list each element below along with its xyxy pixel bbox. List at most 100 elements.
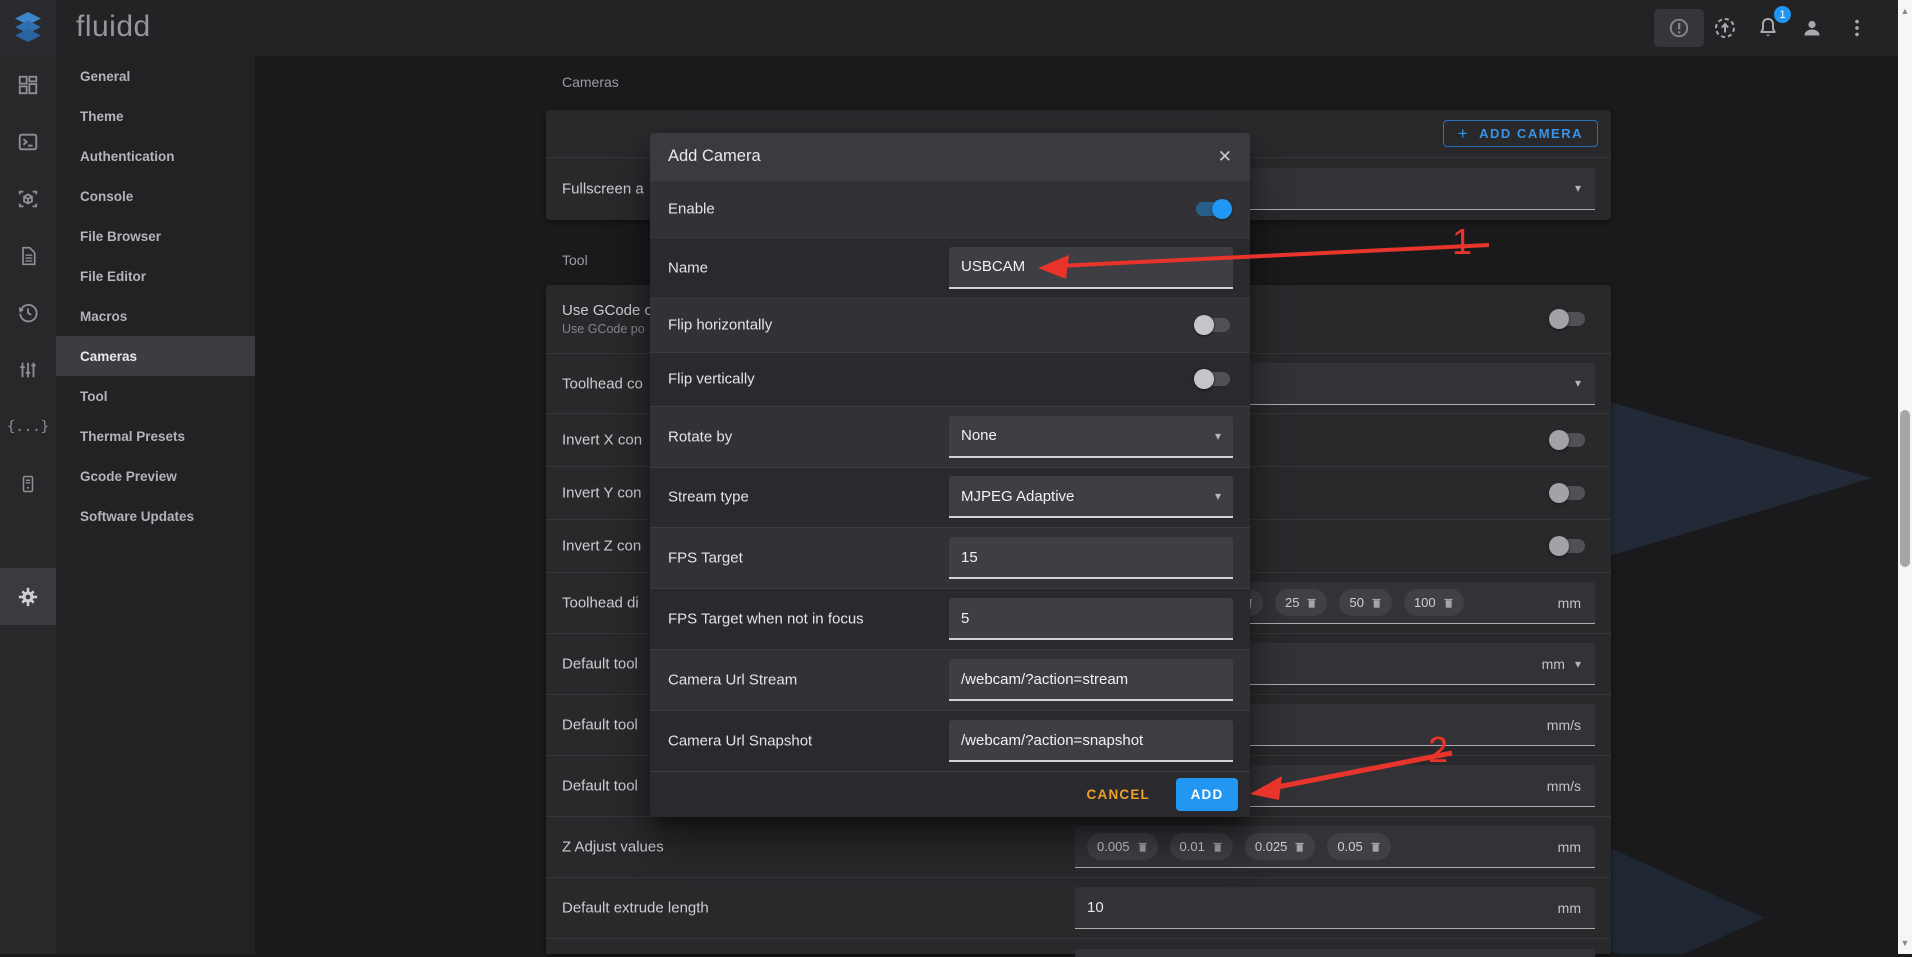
sidebar-item-tool[interactable]: Tool — [56, 376, 255, 416]
sidebar-item-general[interactable]: General — [56, 56, 255, 96]
scrollbar-down-arrow[interactable]: ▼ — [1898, 936, 1912, 950]
sidebar-item-file-browser[interactable]: File Browser — [56, 216, 255, 256]
setting-label: Use GCode c — [562, 302, 652, 319]
value-chip[interactable]: 0.025 — [1245, 833, 1316, 860]
top-app-bar: fluidd 1 — [0, 0, 1912, 56]
extrude-length-input[interactable]: 10 mm — [1075, 887, 1595, 929]
setting-label: Default tool — [562, 656, 638, 673]
dialog-label: Camera Url Snapshot — [668, 733, 812, 750]
add-camera-button-label: ADD CAMERA — [1479, 126, 1583, 141]
camera-url-snapshot-input[interactable]: /webcam/?action=snapshot — [949, 720, 1233, 762]
rail-tune-icon[interactable] — [0, 341, 56, 398]
dialog-label: Stream type — [668, 489, 749, 506]
setting-row-partial — [546, 938, 1611, 954]
chip-value: 100 — [1414, 595, 1436, 610]
trash-icon[interactable] — [1137, 841, 1148, 853]
fluidd-logo[interactable] — [0, 0, 56, 56]
sidebar-item-authentication[interactable]: Authentication — [56, 136, 255, 176]
trash-icon[interactable] — [1212, 841, 1223, 853]
cancel-button[interactable]: CANCEL — [1079, 781, 1158, 808]
chip-value: 50 — [1349, 595, 1363, 610]
flip-horizontal-toggle[interactable] — [1196, 318, 1230, 332]
value-chip[interactable]: 25 — [1275, 589, 1327, 616]
app-title: fluidd — [76, 10, 151, 44]
invert-y-toggle[interactable] — [1551, 486, 1585, 500]
rail-macros-icon[interactable]: {...} — [0, 398, 56, 455]
sidebar-item-cameras[interactable]: Cameras — [56, 336, 255, 376]
chevron-down-icon: ▾ — [1215, 489, 1221, 503]
dialog-row-stream-type: Stream type MJPEG Adaptive ▾ — [650, 467, 1250, 528]
scrollbar-thumb[interactable] — [1900, 410, 1910, 567]
rail-console-icon[interactable] — [0, 113, 56, 170]
fps-unfocused-input[interactable]: 5 — [949, 598, 1233, 640]
dialog-row-rotate: Rotate by None ▾ — [650, 406, 1250, 467]
stream-type-select[interactable]: MJPEG Adaptive ▾ — [949, 476, 1233, 518]
sidebar-item-console[interactable]: Console — [56, 176, 255, 216]
fps-target-input[interactable]: 15 — [949, 537, 1233, 579]
rail-jobs-icon[interactable] — [0, 227, 56, 284]
rotate-by-select[interactable]: None ▾ — [949, 416, 1233, 458]
z-adjust-field[interactable]: 0.005 0.01 0.025 0.05 mm — [1075, 826, 1595, 868]
enable-toggle[interactable] — [1196, 202, 1230, 216]
invert-x-toggle[interactable] — [1551, 433, 1585, 447]
dialog-label: FPS Target when not in focus — [668, 611, 864, 628]
trash-icon[interactable] — [1371, 597, 1382, 609]
account-icon — [1800, 16, 1824, 40]
rail-printer-icon[interactable] — [0, 455, 56, 512]
rail-settings-icon[interactable] — [0, 568, 56, 625]
input-value: 5 — [961, 610, 969, 627]
setting-label: Default extrude length — [562, 900, 709, 917]
unit-suffix: mm — [1558, 839, 1581, 855]
select-value: MJPEG Adaptive — [961, 488, 1074, 505]
rail-history-icon[interactable] — [0, 284, 56, 341]
value-chip[interactable]: 0.05 — [1327, 833, 1390, 860]
camera-url-stream-input[interactable]: /webcam/?action=stream — [949, 659, 1233, 701]
dialog-label: Name — [668, 259, 708, 276]
chip-value: 25 — [1285, 595, 1299, 610]
unit-suffix: mm/s — [1547, 717, 1581, 733]
trash-icon[interactable] — [1443, 597, 1454, 609]
unit-suffix: mm/s — [1547, 778, 1581, 794]
sidebar-item-software-updates[interactable]: Software Updates — [56, 496, 255, 536]
rail-gcode-preview-icon[interactable] — [0, 170, 56, 227]
dialog-row-enable: Enable — [650, 181, 1250, 237]
overflow-menu-button[interactable] — [1845, 16, 1869, 40]
value-chip[interactable]: 100 — [1404, 589, 1464, 616]
input-value: /webcam/?action=snapshot — [961, 732, 1143, 749]
setting-label: Default tool — [562, 778, 638, 795]
flip-vertical-toggle[interactable] — [1196, 372, 1230, 386]
add-camera-button[interactable]: + ADD CAMERA — [1443, 120, 1598, 147]
add-button[interactable]: ADD — [1176, 778, 1238, 811]
dialog-label: Rotate by — [668, 428, 732, 445]
close-icon[interactable]: ✕ — [1218, 147, 1232, 167]
sidebar-item-gcode-preview[interactable]: Gcode Preview — [56, 456, 255, 496]
partial-field — [1075, 949, 1595, 957]
sidebar-item-theme[interactable]: Theme — [56, 96, 255, 136]
scrollbar-up-arrow[interactable]: ▲ — [1898, 4, 1912, 18]
dialog-header: Add Camera ✕ — [650, 133, 1250, 181]
chevron-down-icon: ▾ — [1215, 429, 1221, 443]
update-status-button[interactable] — [1713, 16, 1737, 40]
dialog-title: Add Camera — [668, 147, 761, 166]
value-chip[interactable]: 50 — [1339, 589, 1391, 616]
setting-label: Default tool — [562, 717, 638, 734]
account-button[interactable] — [1800, 16, 1824, 40]
emergency-stop-button[interactable] — [1654, 9, 1704, 47]
sidebar-item-macros[interactable]: Macros — [56, 296, 255, 336]
trash-icon[interactable] — [1306, 597, 1317, 609]
rail-dashboard-icon[interactable] — [0, 56, 56, 113]
use-gcode-toggle[interactable] — [1551, 312, 1585, 326]
value-chip[interactable]: 0.01 — [1170, 833, 1233, 860]
input-value: /webcam/?action=stream — [961, 671, 1128, 688]
trash-icon[interactable] — [1294, 841, 1305, 853]
camera-name-input[interactable]: USBCAM — [949, 247, 1233, 289]
sidebar-item-file-editor[interactable]: File Editor — [56, 256, 255, 296]
sidebar-item-thermal-presets[interactable]: Thermal Presets — [56, 416, 255, 456]
invert-z-toggle[interactable] — [1551, 539, 1585, 553]
value-chip[interactable]: 0.005 — [1087, 833, 1158, 860]
settings-nav: General Theme Authentication Console Fil… — [56, 56, 255, 954]
unit-suffix: mm — [1558, 900, 1581, 916]
setting-label: Invert X con — [562, 432, 642, 449]
dialog-row-fps-target: FPS Target 15 — [650, 527, 1250, 588]
trash-icon[interactable] — [1370, 841, 1381, 853]
